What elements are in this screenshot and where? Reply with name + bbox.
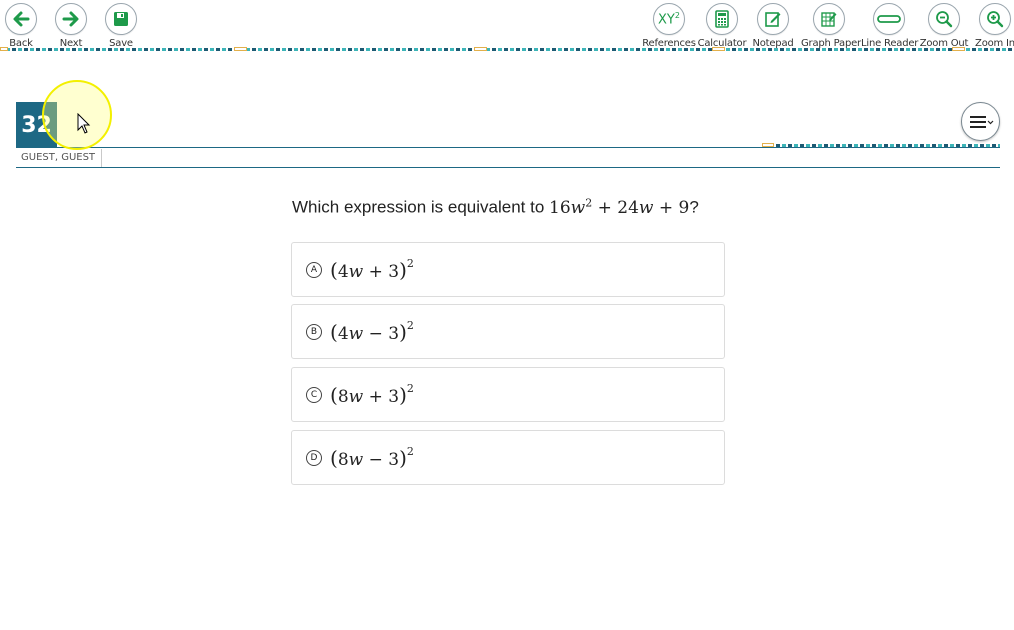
- progress-marker: [234, 47, 247, 51]
- choice-op: +: [368, 387, 383, 407]
- progress-dashes: [0, 48, 1014, 51]
- answer-choice-c[interactable]: C (8w + 3)2: [291, 367, 725, 422]
- answer-choice-a[interactable]: A (4w + 3)2: [291, 242, 725, 297]
- choice-const: 3: [388, 324, 400, 344]
- choice-var: w: [348, 262, 364, 282]
- choice-var: w: [348, 450, 364, 470]
- student-name: GUEST, GUEST: [16, 149, 102, 167]
- choice-coef: 4: [337, 324, 349, 344]
- choice-const: 3: [388, 387, 400, 407]
- answer-choice-b[interactable]: B (4w − 3)2: [291, 304, 725, 359]
- progress-marker: [712, 47, 725, 51]
- choice-letter: C: [306, 387, 322, 403]
- calculator-icon: [706, 3, 738, 35]
- choice-exp: 2: [406, 445, 414, 459]
- stem-text: Which expression is equivalent to: [292, 197, 550, 217]
- line-reader-icon: [873, 3, 905, 35]
- stem-variable: w: [638, 197, 654, 218]
- references-icon-sup: 2: [674, 10, 680, 20]
- references-icon: XY2: [653, 3, 685, 35]
- progress-marker: [952, 47, 965, 51]
- line-reader-button[interactable]: Line Reader: [861, 3, 918, 49]
- stem-end: ?: [689, 197, 699, 217]
- progress-marker: [0, 47, 8, 51]
- zoom-in-button[interactable]: Zoom In: [967, 3, 1014, 49]
- references-icon-text: XY: [658, 12, 675, 28]
- choice-exp: 2: [406, 382, 414, 396]
- choice-const: 3: [388, 450, 400, 470]
- toolbar: Back Next Save XY2 References Calculator…: [0, 0, 1014, 56]
- arrow-left-icon: [5, 3, 37, 35]
- header-divider: [16, 147, 1000, 148]
- question-stem: Which expression is equivalent to 16w2 +…: [292, 196, 699, 218]
- next-button[interactable]: Next: [43, 3, 99, 49]
- header-divider-bottom: [16, 167, 1000, 168]
- choice-exp: 2: [406, 319, 414, 333]
- choice-op: −: [368, 324, 383, 344]
- calculator-button[interactable]: Calculator: [694, 3, 750, 49]
- progress-marker: [474, 47, 487, 51]
- stem-expression: 16w2 + 24w + 9: [549, 196, 690, 218]
- stem-variable: w: [570, 197, 586, 218]
- notepad-icon: [757, 3, 789, 35]
- question-progress-dashes: [776, 144, 1000, 147]
- choice-var: w: [348, 324, 364, 344]
- notepad-button[interactable]: Notepad: [745, 3, 801, 49]
- stem-term: + 24: [592, 197, 639, 218]
- answer-choice-d[interactable]: D (8w − 3)2: [291, 430, 725, 485]
- choice-letter: D: [306, 450, 322, 466]
- save-button[interactable]: Save: [93, 3, 149, 49]
- graph-paper-button[interactable]: Graph Paper: [801, 3, 861, 49]
- zoom-out-button[interactable]: Zoom Out: [916, 3, 972, 49]
- progress-marker: [762, 143, 774, 147]
- choice-var: w: [348, 387, 364, 407]
- choice-expression: (8w − 3)2: [330, 445, 414, 470]
- stem-term: 16: [549, 197, 571, 218]
- choice-const: 3: [388, 262, 400, 282]
- choice-coef: 8: [337, 450, 349, 470]
- choice-expression: (4w − 3)2: [330, 319, 414, 344]
- hamburger-menu-icon: [969, 115, 993, 128]
- arrow-right-icon: [55, 3, 87, 35]
- choice-exp: 2: [406, 257, 414, 271]
- stem-term: + 9: [653, 197, 690, 218]
- floppy-disk-icon: [105, 3, 137, 35]
- choice-coef: 4: [337, 262, 349, 282]
- choice-expression: (4w + 3)2: [330, 257, 414, 282]
- question-menu-button[interactable]: [961, 102, 1000, 141]
- zoom-in-icon: [979, 3, 1011, 35]
- mouse-cursor-icon: [77, 113, 91, 134]
- choice-op: −: [368, 450, 383, 470]
- choice-op: +: [368, 262, 383, 282]
- zoom-out-icon: [928, 3, 960, 35]
- choice-letter: B: [306, 324, 322, 340]
- choice-expression: (8w + 3)2: [330, 382, 414, 407]
- choice-coef: 8: [337, 387, 349, 407]
- references-button[interactable]: XY2 References: [641, 3, 697, 49]
- back-button[interactable]: Back: [0, 3, 49, 49]
- graph-paper-icon: [813, 3, 845, 35]
- choice-letter: A: [306, 262, 322, 278]
